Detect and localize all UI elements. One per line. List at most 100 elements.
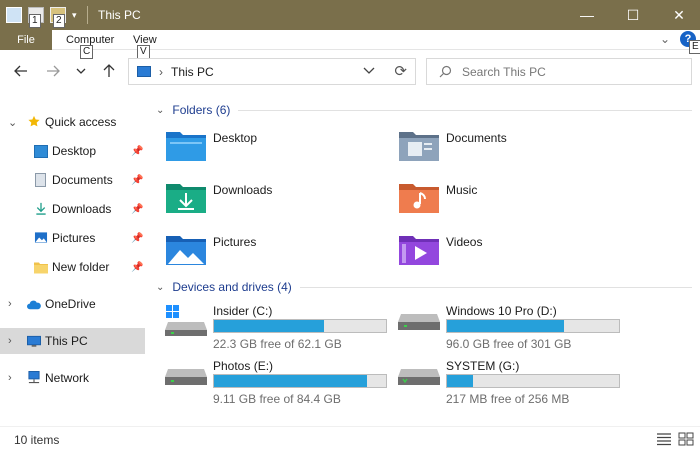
sidebar-item-label: Downloads — [52, 202, 112, 216]
recent-locations-button[interactable] — [70, 61, 92, 81]
drive-usage-bar — [446, 319, 620, 333]
pin-icon[interactable]: 📌 — [131, 175, 143, 186]
pin-icon[interactable]: 📌 — [131, 146, 143, 157]
folder-label: Pictures — [213, 235, 257, 249]
tab-file[interactable]: File — [0, 30, 52, 50]
windows-drive-icon — [165, 305, 207, 336]
search-box[interactable] — [426, 58, 692, 85]
maximize-button[interactable]: ☐ — [610, 0, 656, 30]
desktop-folder-icon — [166, 132, 206, 161]
sidebar-item-documents[interactable]: Documents 📌 — [0, 167, 145, 193]
folder-label: Documents — [446, 131, 507, 145]
drive-name: SYSTEM (G:) — [446, 359, 520, 373]
sidebar-item-network[interactable]: › Network — [0, 365, 145, 391]
quick-access-toolbar: 1 2 ▾ — [6, 6, 88, 28]
drive-free-space: 22.3 GB free of 62.1 GB — [213, 337, 342, 351]
sidebar-item-new-folder[interactable]: New folder 📌 — [0, 254, 145, 280]
folder-label: Downloads — [213, 183, 273, 197]
drive-tile-e[interactable]: Photos (E:) 9.11 GB free of 84.4 GB — [165, 359, 395, 409]
divider — [238, 109, 692, 111]
chevron-down-icon[interactable]: ⌄ — [156, 105, 164, 116]
downloads-folder-icon — [166, 184, 206, 213]
cloud-icon — [27, 300, 41, 310]
chevron-down-icon[interactable]: ⌄ — [156, 282, 164, 293]
keytip-properties: 1 — [29, 14, 41, 28]
address-bar[interactable]: › This PC ⟳ — [128, 58, 416, 85]
chevron-down-icon — [76, 68, 86, 74]
folders-group-header[interactable]: ⌄ Folders (6) — [156, 103, 692, 117]
details-view-icon[interactable] — [656, 432, 672, 446]
sidebar-item-this-pc[interactable]: › This PC — [0, 328, 145, 354]
folder-tile-downloads[interactable]: Downloads — [166, 177, 386, 219]
back-button[interactable] — [10, 61, 32, 81]
hard-drive-icon — [398, 314, 440, 330]
large-icons-view-icon[interactable] — [678, 432, 694, 446]
videos-folder-icon — [399, 236, 439, 265]
drive-tile-d[interactable]: Windows 10 Pro (D:) 96.0 GB free of 301 … — [398, 304, 628, 354]
network-icon — [28, 371, 40, 384]
drive-usage-bar — [213, 319, 387, 333]
music-folder-icon — [399, 184, 439, 213]
chevron-right-icon[interactable]: › — [8, 298, 12, 310]
drive-name: Windows 10 Pro (D:) — [446, 304, 557, 318]
chevron-right-icon[interactable]: › — [8, 335, 12, 347]
drives-heading: Devices and drives (4) — [172, 280, 292, 294]
window-title: This PC — [98, 8, 141, 22]
customize-qat-icon[interactable]: ▾ — [72, 10, 77, 21]
search-input[interactable] — [462, 64, 662, 79]
divider — [299, 286, 692, 288]
new-folder-icon[interactable]: 2 — [50, 7, 66, 28]
arrow-right-icon — [47, 65, 60, 77]
this-pc-icon[interactable] — [6, 7, 22, 23]
drive-usage-bar — [446, 374, 620, 388]
sidebar-item-downloads[interactable]: Downloads 📌 — [0, 196, 145, 222]
sidebar-item-label: New folder — [52, 260, 110, 274]
folder-label: Music — [446, 183, 478, 197]
forward-button[interactable] — [42, 61, 64, 81]
drive-usage-bar — [213, 374, 387, 388]
pin-icon[interactable]: 📌 — [131, 262, 143, 273]
address-dropdown-icon[interactable] — [363, 64, 375, 78]
expand-ribbon-icon[interactable]: ⌄ — [660, 32, 670, 46]
drive-tile-g[interactable]: SYSTEM (G:) 217 MB free of 256 MB — [398, 359, 628, 409]
title-bar: 1 2 ▾ This PC — ☐ ✕ — [0, 0, 700, 30]
chevron-down-icon[interactable]: ⌄ — [8, 116, 17, 129]
pin-icon[interactable]: 📌 — [131, 233, 143, 244]
arrow-left-icon — [14, 65, 27, 77]
chevron-right-icon[interactable]: › — [8, 372, 12, 384]
sidebar-item-label: Documents — [52, 173, 113, 187]
item-count: 10 items — [14, 433, 60, 447]
drive-name: Insider (C:) — [213, 304, 273, 318]
download-arrow-icon — [36, 202, 46, 215]
drive-name: Photos (E:) — [213, 359, 274, 373]
hard-drive-icon — [165, 369, 207, 385]
folder-tile-music[interactable]: Music — [399, 177, 619, 219]
folder-tile-videos[interactable]: Videos — [399, 229, 619, 271]
refresh-icon[interactable]: ⟳ — [394, 62, 407, 80]
up-button[interactable] — [98, 61, 120, 81]
folder-tile-desktop[interactable]: Desktop — [166, 125, 386, 167]
minimize-button[interactable]: — — [564, 0, 610, 30]
keytip-new-folder: 2 — [53, 14, 65, 28]
pin-icon[interactable]: 📌 — [131, 204, 143, 215]
drive-tile-c[interactable]: Insider (C:) 22.3 GB free of 62.1 GB — [165, 304, 395, 354]
this-pc-icon — [137, 66, 151, 77]
sidebar-item-pictures[interactable]: Pictures 📌 — [0, 225, 145, 251]
navigation-row: › This PC ⟳ — [0, 51, 700, 91]
drive-usage-fill — [214, 320, 325, 332]
sidebar-item-onedrive[interactable]: › OneDrive — [0, 291, 145, 317]
pictures-folder-icon — [166, 236, 206, 265]
folder-tile-pictures[interactable]: Pictures — [166, 229, 386, 271]
drive-free-space: 217 MB free of 256 MB — [446, 392, 570, 406]
folder-label: Videos — [446, 235, 483, 249]
drives-group-header[interactable]: ⌄ Devices and drives (4) — [156, 280, 692, 294]
sidebar-item-quick-access[interactable]: ⌄ Quick access — [0, 109, 145, 135]
chevron-right-icon[interactable]: › — [159, 65, 163, 79]
sidebar-item-label: OneDrive — [45, 297, 96, 311]
folder-tile-documents[interactable]: Documents — [399, 125, 619, 167]
close-button[interactable]: ✕ — [656, 0, 700, 30]
sidebar-item-desktop[interactable]: Desktop 📌 — [0, 138, 145, 164]
hard-drive-icon — [398, 369, 440, 385]
properties-icon[interactable]: 1 — [28, 7, 44, 28]
breadcrumb-this-pc[interactable]: This PC — [171, 65, 214, 79]
